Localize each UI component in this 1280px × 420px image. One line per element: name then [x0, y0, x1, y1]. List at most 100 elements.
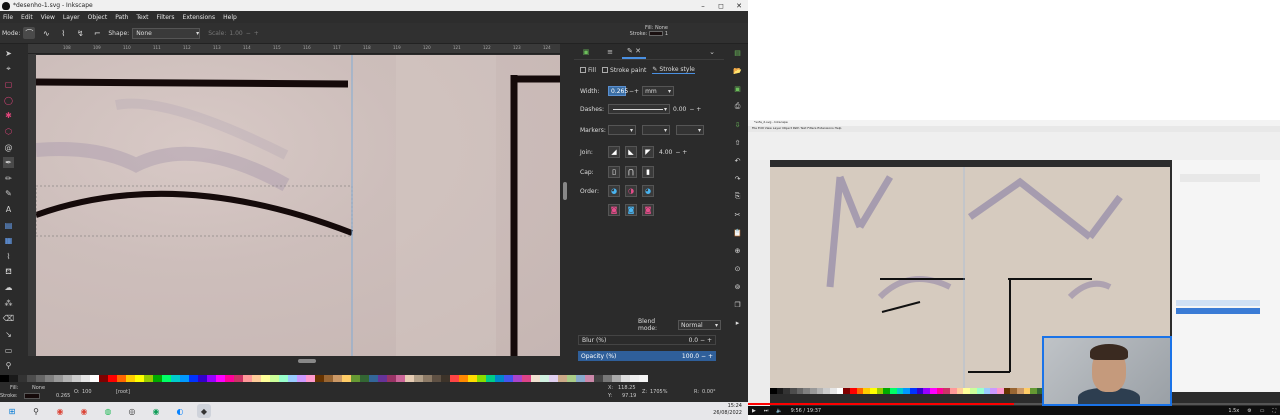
- order-stroke-fill-markers-icon[interactable]: ◑: [625, 185, 637, 197]
- zoom-page-icon[interactable]: ⊚: [732, 281, 743, 292]
- horizontal-scrollbar[interactable]: [36, 356, 560, 366]
- start-marker-dropdown[interactable]: ▾: [608, 125, 636, 135]
- palette-swatch[interactable]: [189, 375, 198, 382]
- palette-swatch[interactable]: [612, 375, 621, 382]
- tweak-tool-icon[interactable]: ☁: [3, 282, 14, 293]
- scroll-thumb[interactable]: [563, 182, 567, 200]
- order-stroke-markers-fill-icon[interactable]: ◙: [625, 204, 637, 216]
- status-zoom-value[interactable]: 1705%: [650, 389, 667, 395]
- dash-offset-value[interactable]: 0.00: [673, 106, 686, 113]
- palette-swatch[interactable]: [117, 375, 126, 382]
- palette-swatch[interactable]: [423, 375, 432, 382]
- bezier-mode-icon[interactable]: ⌒: [23, 27, 36, 39]
- palette-swatch[interactable]: [0, 375, 9, 382]
- status-rotation-value[interactable]: 0.00°: [702, 389, 716, 395]
- palette-swatch[interactable]: [495, 375, 504, 382]
- palette-swatch[interactable]: [81, 375, 90, 382]
- palette-swatch[interactable]: [333, 375, 342, 382]
- text-tool-icon[interactable]: A: [3, 204, 14, 215]
- round-cap-icon[interactable]: ⋂: [625, 166, 637, 178]
- opacity-stepper[interactable]: − +: [701, 353, 713, 360]
- palette-swatch[interactable]: [369, 375, 378, 382]
- chrome-alt-icon[interactable]: ◉: [149, 404, 163, 418]
- connector-tool-icon[interactable]: ↘: [3, 329, 14, 340]
- zoom-drawing-icon[interactable]: ⊙: [732, 263, 743, 274]
- bevel-join-icon[interactable]: ◢: [608, 146, 620, 158]
- vertical-scrollbar[interactable]: [560, 54, 570, 366]
- palette-swatch[interactable]: [315, 375, 324, 382]
- node-tool-icon[interactable]: ⌖: [3, 64, 14, 75]
- search-icon[interactable]: ⚲: [29, 404, 43, 418]
- palette-swatch[interactable]: [108, 375, 117, 382]
- palette-swatch[interactable]: [207, 375, 216, 382]
- palette-swatch[interactable]: [387, 375, 396, 382]
- windows-start-icon[interactable]: ⊞: [5, 404, 19, 418]
- order-fill-stroke-markers-icon[interactable]: ◕: [608, 185, 620, 197]
- copy-icon[interactable]: ⎘: [732, 191, 743, 202]
- selector-tool-icon[interactable]: ➤: [3, 48, 14, 59]
- miter-join-icon[interactable]: ◤: [642, 146, 654, 158]
- palette-swatch[interactable]: [468, 375, 477, 382]
- palette-swatch[interactable]: [504, 375, 513, 382]
- edge-icon[interactable]: ◐: [173, 404, 187, 418]
- dash-offset-stepper[interactable]: − +: [689, 106, 701, 113]
- spray-tool-icon[interactable]: ⁂: [3, 298, 14, 309]
- width-stepper[interactable]: −+: [629, 88, 639, 95]
- chrome-profile-icon[interactable]: ◉: [77, 404, 91, 418]
- palette-swatch[interactable]: [603, 375, 612, 382]
- measure-tool-icon[interactable]: ▭: [3, 345, 14, 356]
- palette-swatch[interactable]: [279, 375, 288, 382]
- status-opacity-value[interactable]: 100: [82, 389, 92, 395]
- palette-swatch[interactable]: [486, 375, 495, 382]
- paint-bucket-tool-icon[interactable]: ⛾: [3, 267, 14, 278]
- palette-swatch[interactable]: [234, 375, 243, 382]
- palette-swatch[interactable]: [540, 375, 549, 382]
- mesh-tool-icon[interactable]: ▦: [3, 236, 14, 247]
- palette-swatch[interactable]: [27, 375, 36, 382]
- video-controls[interactable]: ▶ ⏭ 🔈 9:56 / 19:37 1.5x ⚙ ▭ ⛶: [748, 406, 1280, 415]
- width-unit-dropdown[interactable]: mm ▾: [642, 86, 675, 96]
- menu-filters[interactable]: Filters: [157, 14, 175, 21]
- menu-help[interactable]: Help: [223, 14, 237, 21]
- palette-swatch[interactable]: [297, 375, 306, 382]
- gradient-tool-icon[interactable]: ▤: [3, 220, 14, 231]
- butt-cap-icon[interactable]: ▯: [608, 166, 620, 178]
- miniplayer-icon[interactable]: ▭: [1260, 408, 1265, 414]
- palette-swatch[interactable]: [90, 375, 99, 382]
- video-speed[interactable]: 1.5x: [1228, 408, 1239, 414]
- new-document-icon[interactable]: ▤: [732, 47, 743, 58]
- blur-stepper[interactable]: − +: [700, 337, 712, 344]
- palette-swatch[interactable]: [549, 375, 558, 382]
- palette-swatch[interactable]: [360, 375, 369, 382]
- palette-swatch[interactable]: [126, 375, 135, 382]
- xml-editor-tab-icon[interactable]: ▣: [574, 45, 598, 59]
- opacity-slider[interactable]: Opacity (%) 100.0 − +: [578, 351, 716, 361]
- zoom-tool-icon[interactable]: ⚲: [3, 361, 14, 372]
- mid-marker-dropdown[interactable]: ▾: [642, 125, 670, 135]
- paraxial-mode-icon[interactable]: ⌐: [91, 27, 103, 39]
- palette-swatch[interactable]: [18, 375, 27, 382]
- palette-swatch[interactable]: [531, 375, 540, 382]
- palette-swatch[interactable]: [162, 375, 171, 382]
- play-icon[interactable]: ▶: [752, 408, 756, 414]
- status-layer-value[interactable]: [root]: [116, 389, 130, 395]
- redo-icon[interactable]: ↷: [732, 173, 743, 184]
- palette-swatch[interactable]: [450, 375, 459, 382]
- cut-icon[interactable]: ✂: [732, 209, 743, 220]
- settings-icon[interactable]: ⚙: [1247, 408, 1251, 414]
- import-icon[interactable]: ⇩: [732, 119, 743, 130]
- maximize-button[interactable]: ◻: [712, 0, 730, 11]
- shape-dropdown[interactable]: None ▾: [132, 27, 201, 39]
- palette-swatch[interactable]: [54, 375, 63, 382]
- palette-swatch[interactable]: [477, 375, 486, 382]
- menu-edit[interactable]: Edit: [21, 14, 33, 21]
- palette-swatch[interactable]: [216, 375, 225, 382]
- palette-swatch[interactable]: [441, 375, 450, 382]
- menu-file[interactable]: File: [3, 14, 13, 21]
- palette-swatch[interactable]: [144, 375, 153, 382]
- paste-icon[interactable]: 📋: [732, 227, 743, 238]
- palette-swatch[interactable]: [252, 375, 261, 382]
- menu-object[interactable]: Object: [88, 14, 108, 21]
- circle-tool-icon[interactable]: ◯: [3, 95, 14, 106]
- round-join-icon[interactable]: ◣: [625, 146, 637, 158]
